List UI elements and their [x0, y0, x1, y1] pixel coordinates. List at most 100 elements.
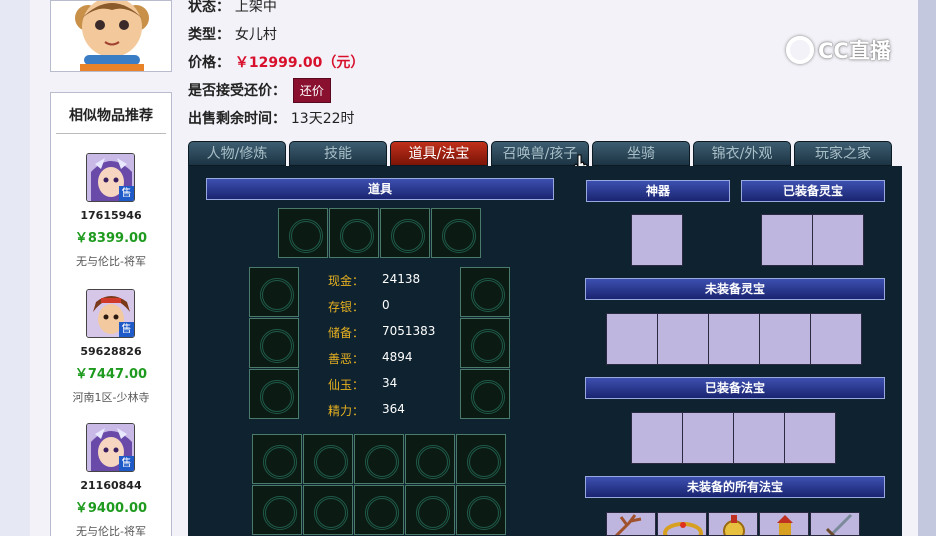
items-header: 道具	[206, 178, 554, 200]
status-value: 上架中	[234, 0, 277, 15]
tab-outfits[interactable]: 锦衣/外观	[693, 141, 791, 166]
stat-value: 364	[382, 402, 405, 416]
branch-icon	[614, 514, 642, 535]
avatar[interactable]: 售	[86, 423, 135, 472]
sword-icon	[825, 513, 853, 535]
status-label: 状态：	[188, 0, 230, 15]
similar-item-id: 21160844	[80, 479, 142, 492]
lingbao-slot[interactable]	[657, 313, 709, 365]
stat-label: 现金：	[328, 274, 365, 288]
stat-value: 7051383	[382, 324, 436, 338]
tab-player-home[interactable]: 玩家之家	[794, 141, 892, 166]
price-label: 价格：	[188, 55, 230, 71]
stat-value: 4894	[382, 350, 413, 364]
bag-slot[interactable]	[456, 485, 506, 535]
similar-item-server: 无与伦比-将军	[76, 255, 146, 268]
equipment-slot[interactable]	[460, 318, 510, 368]
left-margin	[0, 0, 30, 536]
similar-items-sidebar: 相似物品推荐 售 17615946 ￥8399.00 无与伦比-将军 售 596…	[50, 92, 172, 536]
equipped-fabao-header: 已装备法宝	[585, 377, 885, 399]
lingbao-slot[interactable]	[812, 214, 864, 266]
remaining-value: 13天22时	[290, 111, 355, 127]
fabao-item[interactable]	[759, 512, 809, 536]
remaining-label: 出售剩余时间：	[188, 111, 286, 127]
fabao-slot[interactable]	[733, 412, 785, 464]
stat-label: 善恶：	[328, 352, 365, 366]
right-margin	[918, 0, 936, 536]
bag-slot[interactable]	[354, 434, 404, 484]
similar-item-price: ￥7447.00	[74, 367, 148, 382]
inventory-slot[interactable]	[278, 208, 328, 258]
listing-page: 状态： 上架中 类型： 女儿村 价格： ￥12999.00（元） 是否接受还价：…	[30, 0, 918, 536]
artifact-slot[interactable]	[631, 214, 683, 266]
watermark-logo: CC直播	[786, 34, 910, 66]
similar-item-price: ￥8399.00	[74, 231, 148, 246]
inventory-slot[interactable]	[431, 208, 481, 258]
sold-badge: 售	[119, 322, 134, 337]
fabao-slot[interactable]	[682, 412, 734, 464]
stat-value: 34	[382, 376, 398, 390]
bag-slot[interactable]	[405, 434, 455, 484]
similar-items-title: 相似物品推荐	[69, 108, 153, 124]
bag-slot[interactable]	[252, 434, 302, 484]
similar-item-server: 无与伦比-将军	[76, 525, 146, 536]
character-portrait	[50, 0, 172, 72]
tab-items-fabao[interactable]: 道具/法宝	[390, 141, 488, 166]
fabao-item[interactable]	[708, 512, 758, 536]
equipment-slot[interactable]	[460, 267, 510, 317]
equipment-slot[interactable]	[460, 369, 510, 419]
bargain-button[interactable]: 还价	[292, 78, 331, 103]
stat-value: 24138	[382, 272, 421, 286]
inventory-slot[interactable]	[329, 208, 379, 258]
similar-item-server: 河南1区-少林寺	[72, 391, 150, 404]
bag-slot[interactable]	[354, 485, 404, 535]
tab-skills[interactable]: 技能	[289, 141, 387, 166]
bargain-label: 是否接受还价：	[188, 83, 286, 99]
equipped-lingbao-header: 已装备灵宝	[741, 180, 885, 202]
tab-mounts[interactable]: 坐骑	[592, 141, 690, 166]
artifact-header: 神器	[586, 180, 730, 202]
similar-item-id: 17615946	[80, 209, 142, 222]
bargain-row: 是否接受还价： 还价	[188, 78, 331, 103]
similar-item-id: 59628826	[80, 345, 142, 358]
lingbao-slot[interactable]	[759, 313, 811, 365]
lingbao-slot[interactable]	[708, 313, 760, 365]
equipment-slot[interactable]	[249, 318, 299, 368]
price-value: ￥12999.00（元）	[234, 55, 365, 71]
similar-item-price: ￥9400.00	[74, 501, 148, 516]
avatar[interactable]: 售	[86, 153, 135, 202]
sold-badge: 售	[119, 186, 134, 201]
bag-slot[interactable]	[252, 485, 302, 535]
inventory-slot[interactable]	[380, 208, 430, 258]
type-value: 女儿村	[234, 27, 277, 43]
fabao-item[interactable]	[606, 512, 656, 536]
fabao-slot[interactable]	[631, 412, 683, 464]
all-unequipped-fabao-header: 未装备的所有法宝	[585, 476, 885, 498]
status-row: 状态： 上架中	[188, 0, 277, 16]
bag-slot[interactable]	[303, 485, 353, 535]
lingbao-slot[interactable]	[810, 313, 862, 365]
unequipped-lingbao-header: 未装备灵宝	[585, 278, 885, 300]
stat-label: 存银：	[328, 300, 365, 314]
watermark-text: CC直播	[818, 39, 891, 63]
equipment-slot[interactable]	[249, 267, 299, 317]
lingbao-slot[interactable]	[761, 214, 813, 266]
stat-label: 精力：	[328, 404, 365, 418]
fabao-item[interactable]	[810, 512, 860, 536]
equipment-slot[interactable]	[249, 369, 299, 419]
lantern-icon	[723, 515, 745, 535]
bag-slot[interactable]	[405, 485, 455, 535]
type-row: 类型： 女儿村	[188, 24, 277, 44]
avatar[interactable]: 售	[86, 289, 135, 338]
lingbao-slot[interactable]	[606, 313, 658, 365]
type-label: 类型：	[188, 27, 230, 43]
fabao-item[interactable]	[657, 512, 707, 536]
price-row: 价格： ￥12999.00（元）	[188, 52, 364, 72]
pagoda-icon	[777, 515, 793, 535]
sold-badge: 售	[119, 456, 134, 471]
fabao-slot[interactable]	[784, 412, 836, 464]
stat-label: 仙玉：	[328, 378, 365, 392]
bag-slot[interactable]	[456, 434, 506, 484]
tab-character[interactable]: 人物/修炼	[188, 141, 286, 166]
bag-slot[interactable]	[303, 434, 353, 484]
